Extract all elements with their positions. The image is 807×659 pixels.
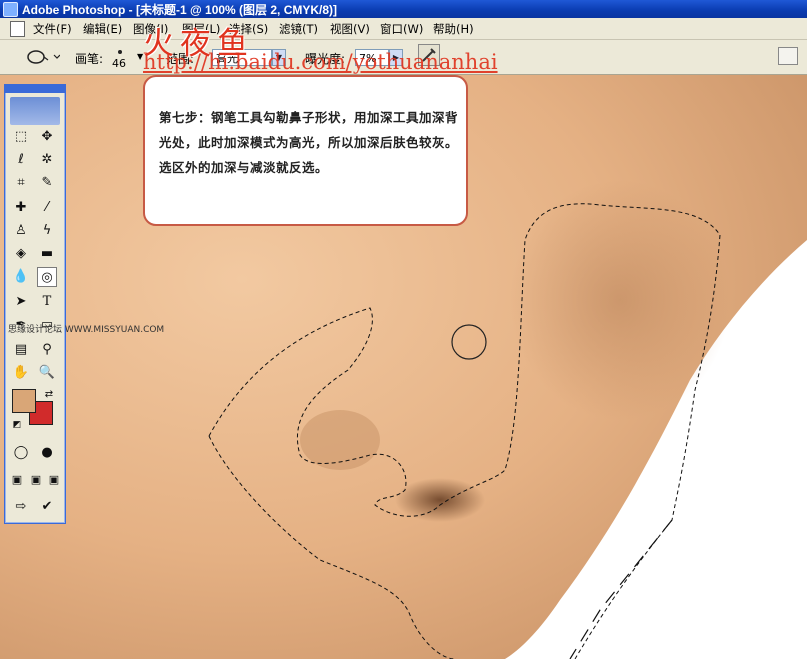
crop-tool-icon[interactable]: ⌗ [11, 173, 31, 193]
menu-edit[interactable]: 编辑(E) [83, 21, 122, 37]
quick-mask-icon[interactable]: ● [37, 443, 57, 463]
window-title: Adobe Photoshop - [未标题-1 @ 100% (图层 2, C… [22, 3, 338, 17]
feather-logo-icon[interactable] [10, 97, 60, 125]
hand-tool-icon[interactable]: ✋ [11, 363, 31, 383]
screen-mode-standard-icon[interactable]: ▣ [7, 470, 27, 490]
menu-bar: 文件(F) 编辑(E) 图像(I) 图层(L) 选择(S) 滤镜(T) 视图(V… [0, 18, 807, 40]
screen-mode-full-icon[interactable]: ▣ [44, 470, 64, 490]
menu-window[interactable]: 窗口(W) [380, 21, 423, 37]
clone-stamp-tool-icon[interactable]: ♙ [11, 221, 31, 241]
cheek-shadow [510, 180, 730, 420]
foreground-color-swatch[interactable] [12, 389, 36, 413]
brush-tool-icon[interactable]: ⁄ [37, 198, 57, 218]
menu-filter[interactable]: 滤镜(T) [279, 21, 318, 37]
toolbox: ⬚ ✥ ℓ ✲ ⌗ ✎ ✚ ⁄ ♙ ϟ ◈ ▬ 💧 ◎ ➤ T ✒ ▭ ▤ ⚲ … [4, 84, 66, 524]
check-icon[interactable]: ✔ [37, 497, 57, 517]
nostril-shadow [395, 478, 485, 522]
history-brush-tool-icon[interactable]: ϟ [37, 221, 57, 241]
zoom-tool-icon[interactable]: 🔍 [37, 363, 57, 383]
eyedropper-tool-icon[interactable]: ⚲ [37, 340, 57, 360]
default-colors-icon[interactable]: ◩ [7, 415, 27, 435]
brush-label: 画笔: [75, 52, 104, 66]
brush-preview[interactable]: 46 [110, 44, 130, 72]
healing-brush-tool-icon[interactable]: ✚ [11, 198, 31, 218]
notes-tool-icon[interactable]: ▤ [11, 340, 31, 360]
eraser-tool-icon[interactable]: ◈ [11, 244, 31, 264]
brush-size: 46 [112, 57, 126, 70]
blur-tool-icon[interactable]: 💧 [11, 267, 31, 287]
document-icon[interactable] [10, 21, 25, 37]
watermark-url: http://hi.baidu.com/yothuananhai [143, 50, 498, 74]
palette-well-icon[interactable] [778, 47, 798, 65]
burn-tool-preset-icon[interactable] [24, 47, 60, 67]
burn-tool-icon[interactable]: ◎ [37, 267, 57, 287]
path-select-tool-icon[interactable]: ➤ [11, 292, 31, 312]
toolbox-header[interactable] [5, 85, 65, 93]
marquee-tool-icon[interactable]: ⬚ [11, 127, 31, 147]
gradient-tool-icon[interactable]: ▬ [37, 244, 57, 264]
move-tool-icon[interactable]: ✥ [37, 127, 57, 147]
watermark-site: 思缘设计论坛 WWW.MISSYUAN.COM [8, 325, 165, 335]
tutorial-text: 第七步：钢笔工具勾勒鼻子形状，用加深工具加深背光处，此时加深模式为高光，所以加深… [159, 110, 459, 175]
jump-to-imageready-icon[interactable]: ⇨ [11, 497, 31, 517]
menu-file[interactable]: 文件(F) [33, 21, 72, 37]
magic-wand-tool-icon[interactable]: ✲ [37, 150, 57, 170]
photoshop-app-icon [3, 2, 18, 17]
slice-tool-icon[interactable]: ✎ [37, 173, 57, 193]
standard-mode-icon[interactable]: ◯ [11, 443, 31, 463]
swap-colors-icon[interactable]: ⇄ [39, 385, 59, 405]
menu-view[interactable]: 视图(V) [330, 21, 370, 37]
type-tool-icon[interactable]: T [37, 292, 57, 312]
tutorial-callout: 第七步：钢笔工具勾勒鼻子形状，用加深工具加深背光处，此时加深模式为高光，所以加深… [143, 75, 468, 226]
title-bar: Adobe Photoshop - [未标题-1 @ 100% (图层 2, C… [0, 0, 807, 18]
menu-help[interactable]: 帮助(H) [433, 21, 474, 37]
lasso-tool-icon[interactable]: ℓ [11, 150, 31, 170]
screen-mode-full-menu-icon[interactable]: ▣ [26, 470, 46, 490]
nose-wing-shadow [300, 410, 380, 470]
